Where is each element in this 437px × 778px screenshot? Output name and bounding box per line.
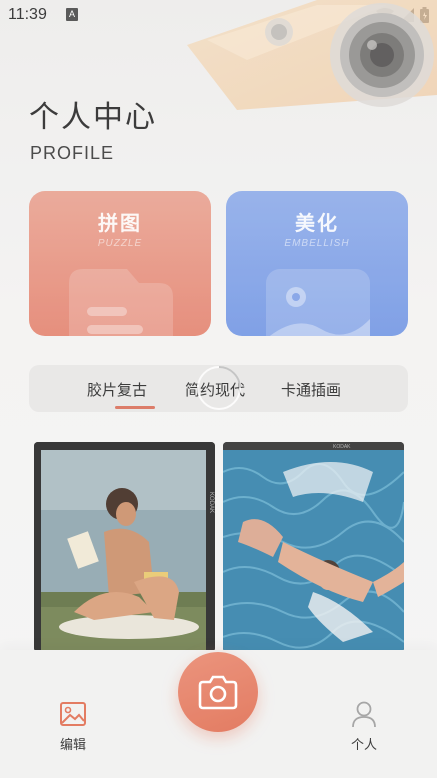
user-icon	[352, 701, 376, 728]
nav-edit-label: 编辑	[59, 738, 86, 753]
page-subtitle: PROFILE	[30, 143, 115, 163]
document-folder-icon	[69, 269, 173, 336]
camera-illustration	[187, 0, 437, 110]
puzzle-card[interactable]: 拼图 PUZZLE	[29, 191, 211, 336]
page-title: 个人中心	[29, 100, 157, 135]
camera-icon	[198, 675, 238, 710]
image-edit-icon	[60, 702, 86, 726]
photo-pool-image: KODAK	[223, 442, 404, 652]
puzzle-card-title: 拼图	[98, 211, 142, 235]
embellish-card-subtitle: EMBELLISH	[284, 238, 350, 249]
svg-text:KODAK: KODAK	[208, 492, 214, 513]
tab-film-retro[interactable]: 胶片复古	[87, 379, 147, 400]
puzzle-card-subtitle: PUZZLE	[97, 238, 143, 249]
embellish-card-title: 美化	[295, 211, 339, 235]
tab-cartoon-illustration[interactable]: 卡通插画	[281, 379, 341, 400]
status-time: 11:39	[8, 6, 47, 23]
loading-spinner-icon	[197, 366, 241, 410]
photo-film-reading[interactable]: KODAK	[34, 442, 215, 652]
photo-reading-image: KODAK	[34, 442, 215, 652]
camera-button[interactable]	[178, 652, 258, 732]
sim-card-icon: A	[66, 8, 78, 21]
active-tab-indicator	[115, 406, 155, 409]
svg-text:KODAK: KODAK	[333, 444, 351, 450]
photo-film-pool[interactable]: KODAK	[223, 442, 404, 652]
embellish-card[interactable]: 美化 EMBELLISH	[226, 191, 408, 336]
image-frame-icon	[266, 269, 370, 336]
nav-edit[interactable]: 编辑	[43, 700, 103, 753]
nav-profile[interactable]: 个人	[334, 700, 394, 753]
nav-profile-label: 个人	[350, 738, 377, 753]
